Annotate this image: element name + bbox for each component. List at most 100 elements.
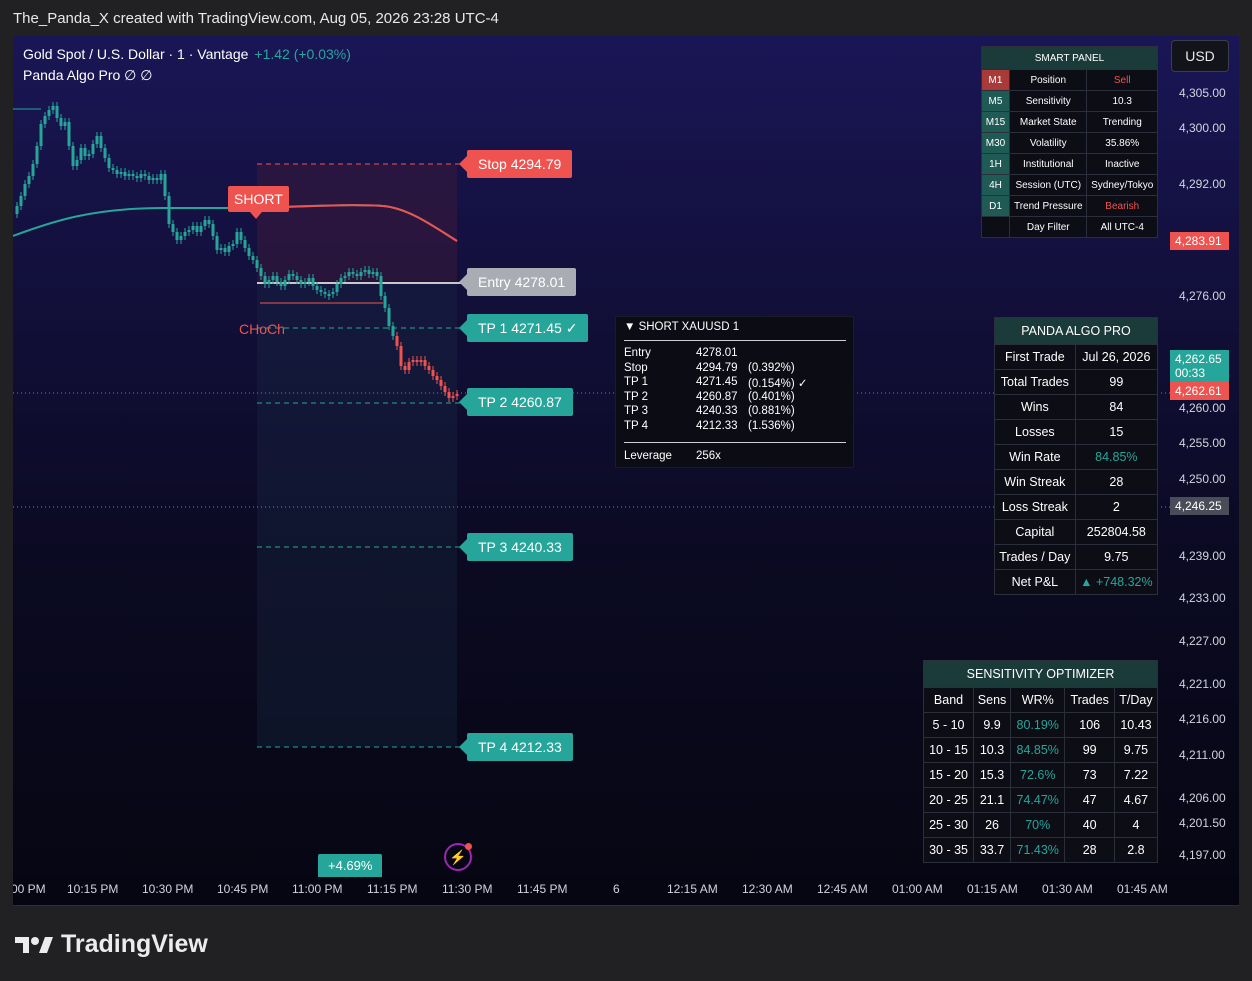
candle — [119, 172, 123, 174]
candle — [283, 280, 287, 286]
tooltip-row-value: 4294.79 — [696, 361, 738, 374]
candle — [427, 366, 431, 370]
candle — [139, 174, 143, 178]
time-axis-label: 12:30 AM — [742, 882, 793, 896]
algo-pro-label: Wins — [994, 394, 1076, 420]
tp2-tag: TP 2 4260.87 — [459, 388, 573, 416]
tooltip-row-pct: (0.154%) ✓ — [748, 378, 808, 390]
candle — [123, 172, 127, 176]
candle — [335, 284, 339, 292]
tooltip-title: ▼ SHORT XAUUSD 1 — [624, 321, 740, 333]
smart-panel-row: 1H Institutional Inactive — [981, 153, 1158, 175]
candle — [255, 260, 259, 268]
current-price-tag: 4,262.65 00:33 — [1170, 350, 1229, 384]
candle — [399, 346, 403, 366]
candle — [187, 230, 191, 232]
smart-panel-value: Inactive — [1086, 153, 1158, 175]
time-axis-label: 00 PM — [13, 882, 46, 896]
algo-pro-value: 99 — [1074, 369, 1159, 395]
candle — [203, 220, 207, 226]
candle — [111, 168, 115, 170]
optimizer-cell: 7.22 — [1113, 762, 1159, 788]
candle — [331, 292, 335, 294]
candle — [347, 272, 351, 276]
time-axis-label: 01:30 AM — [1042, 882, 1093, 896]
bar-countdown: 00:33 — [1175, 366, 1206, 380]
candle — [43, 116, 47, 124]
smart-panel-label: Institutional — [1008, 153, 1088, 175]
tradingview-logo-icon — [15, 937, 53, 953]
price-axis-label: 4,300.00 — [1179, 121, 1226, 135]
bid-price-tag: 4,262.61 — [1170, 382, 1229, 400]
tooltip-row-label: TP 4 — [624, 419, 649, 432]
symbol-header[interactable]: Gold Spot / U.S. Dollar · 1 · Vantage +1.… — [23, 46, 351, 62]
optimizer-cell: 20 - 25 — [922, 787, 975, 813]
time-axis-label: 01:45 AM — [1117, 882, 1168, 896]
candle — [95, 136, 99, 144]
smart-panel-value: Bearish — [1086, 195, 1158, 217]
optimizer-cell: 106 — [1064, 712, 1115, 738]
candle — [395, 336, 399, 346]
timeframe-cell: M1 — [981, 69, 1010, 91]
candle — [311, 278, 315, 286]
price-axis-label: 4,221.00 — [1179, 677, 1226, 691]
optimizer-cell: 5 - 10 — [922, 712, 975, 738]
candle — [75, 160, 79, 166]
time-axis-label: 11:00 PM — [292, 882, 343, 896]
time-axis-label: 11:30 PM — [442, 882, 493, 896]
currency-button[interactable]: USD — [1171, 40, 1229, 72]
tp1-tag: TP 1 4271.45 ✓ — [458, 314, 589, 342]
lightning-icon[interactable]: ⚡ — [444, 843, 472, 871]
timeframe-cell: D1 — [981, 195, 1010, 217]
candle — [135, 176, 139, 178]
candle — [131, 174, 135, 176]
candle — [31, 164, 35, 176]
entry-tag: Entry 4278.01 — [458, 268, 577, 296]
tooltip-row-value: 4260.87 — [696, 390, 738, 403]
target-zone — [257, 281, 457, 747]
candle — [431, 370, 435, 376]
optimizer-cell: 15 - 20 — [922, 762, 975, 788]
candle — [371, 272, 375, 274]
chart-area[interactable]: Gold Spot / U.S. Dollar · 1 · Vantage +1.… — [13, 36, 1239, 906]
symbol-info[interactable]: Gold Spot / U.S. Dollar · 1 · Vantage — [23, 46, 248, 62]
title-bar: The_Panda_X created with TradingView.com… — [0, 0, 1252, 36]
smart-panel-row: D1 Trend Pressure Bearish — [981, 195, 1158, 217]
indicator-header[interactable]: Panda Algo Pro ∅ ∅ — [23, 67, 152, 84]
candle — [391, 326, 395, 336]
tooltip-row-value: 4271.45 — [696, 376, 738, 388]
algo-pro-label: Net P&L — [994, 569, 1076, 595]
optimizer-cell: 47 — [1064, 787, 1115, 813]
smart-panel-row: M5 Sensitivity 10.3 — [981, 90, 1158, 112]
tooltip-row-pct: (1.536%) — [748, 419, 795, 432]
timeframe-cell: 4H — [981, 174, 1010, 196]
tradingview-logo[interactable]: TradingView — [61, 930, 208, 959]
candle — [263, 276, 267, 284]
candle — [343, 276, 347, 278]
stop-tag: Stop 4294.79 — [458, 150, 573, 178]
optimizer-header: Trades — [1064, 687, 1115, 713]
optimizer-row: 25 - 30 26 70% 40 4 — [922, 812, 1159, 838]
optimizer-cell: 72.6% — [1010, 762, 1066, 788]
candle — [223, 248, 227, 252]
price-axis-label: 4,197.00 — [1179, 848, 1226, 862]
chart-credit: The_Panda_X created with TradingView.com… — [13, 10, 499, 27]
tooltip-row-label: Entry — [624, 347, 651, 359]
optimizer-cell: 40 — [1064, 812, 1115, 838]
algo-pro-label: Trades / Day — [994, 544, 1076, 570]
price-axis-label: 4,276.00 — [1179, 289, 1226, 303]
candle — [35, 146, 39, 164]
optimizer-cell: 21.1 — [973, 787, 1012, 813]
price-axis-label: 4,201.50 — [1179, 816, 1226, 830]
algo-pro-label: Loss Streak — [994, 494, 1076, 520]
candle — [295, 276, 299, 280]
candle — [235, 232, 239, 244]
optimizer-cell: 4.67 — [1113, 787, 1159, 813]
candle — [435, 376, 439, 380]
candle — [215, 236, 219, 250]
candle — [63, 122, 67, 126]
time-axis-label: 11:15 PM — [367, 882, 418, 896]
candle — [219, 248, 223, 250]
candle — [211, 224, 215, 236]
algo-pro-label: Total Trades — [994, 369, 1076, 395]
